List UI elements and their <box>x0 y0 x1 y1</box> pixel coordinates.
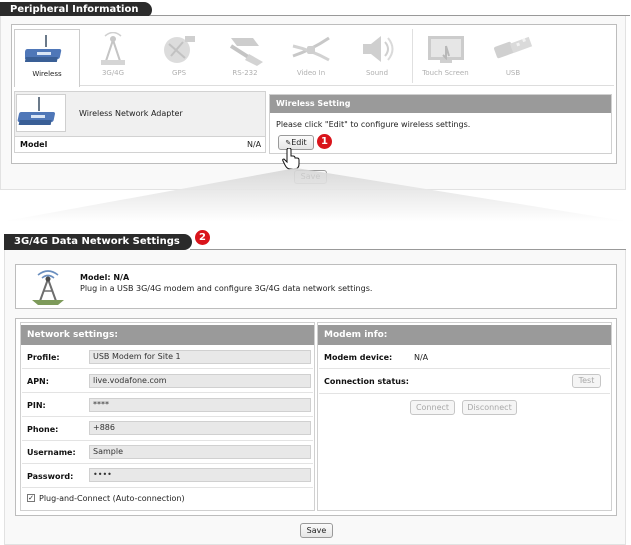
wireless-router-icon <box>25 35 62 62</box>
row-divider <box>22 463 313 464</box>
tile-rs232[interactable]: RS-232 <box>212 29 278 83</box>
apn-field[interactable]: live.vodafone.com <box>89 374 311 388</box>
disconnect-button[interactable]: Disconnect <box>462 400 517 415</box>
pin-field[interactable]: **** <box>89 398 311 412</box>
tile-label: Video In <box>296 69 326 77</box>
phone-field[interactable]: +886 <box>89 421 311 435</box>
tile-sound[interactable]: Sound <box>344 29 410 83</box>
username-label: Username: <box>27 448 76 457</box>
username-field[interactable]: Sample <box>89 445 311 459</box>
usb-icon <box>494 36 533 59</box>
tile-gps[interactable]: GPS <box>146 29 212 83</box>
tile-label: GPS <box>171 69 187 77</box>
video-cable-icon <box>292 36 330 62</box>
plug-connect-checkbox[interactable]: ✓ <box>27 494 35 502</box>
modem-device-value: N/A <box>414 353 429 362</box>
step-badge-1: 1 <box>317 134 332 149</box>
tile-label: Touch Screen <box>422 69 469 77</box>
model-row <box>15 136 265 152</box>
modem-description: Plug in a USB 3G/4G modem and configure … <box>80 284 373 293</box>
device-name: Wireless Network Adapter <box>79 109 183 118</box>
apn-label: APN: <box>27 377 49 386</box>
touch-screen-icon <box>427 36 464 63</box>
tile-wireless[interactable]: Wireless <box>14 29 80 87</box>
row-divider <box>319 393 610 394</box>
device-thumbnail <box>16 94 66 132</box>
data-network-title: 3G/4G Data Network Settings <box>4 234 192 250</box>
tile-label: Sound <box>365 69 389 77</box>
serial-cable-icon <box>229 38 263 66</box>
modem-info-column <box>317 322 612 511</box>
password-field[interactable]: •••• <box>89 468 311 482</box>
connection-status-label: Connection status: <box>324 377 409 386</box>
network-settings-header: Network settings: <box>21 325 314 345</box>
test-button[interactable]: Test <box>572 374 601 388</box>
tile-touch-screen[interactable]: Touch Screen <box>412 29 478 83</box>
profile-field[interactable]: USB Modem for Site 1 <box>89 350 311 364</box>
tile-video-in[interactable]: Video In <box>278 29 344 83</box>
edit-label: Edit <box>291 138 307 147</box>
page: Peripheral Information Wireless 3G/4G GP… <box>0 0 631 545</box>
modem-model-line: Model: N/A <box>80 273 130 282</box>
gps-satellite-icon <box>164 36 195 63</box>
model-value: N/A <box>247 140 262 149</box>
model-label: Model <box>20 140 48 149</box>
password-label: Password: <box>27 472 74 481</box>
tile-usb[interactable]: USB <box>480 29 546 83</box>
speaker-icon <box>363 36 394 62</box>
step-badge-2: 2 <box>195 230 210 245</box>
tile-3g4g[interactable]: 3G/4G <box>80 29 146 83</box>
zoom-wedge <box>0 168 631 222</box>
tile-label: USB <box>505 69 521 77</box>
modem-device-label: Modem device: <box>324 353 393 362</box>
row-divider <box>22 487 313 488</box>
cell-tower-icon <box>32 270 64 305</box>
wireless-setting-text: Please click "Edit" to configure wireles… <box>276 120 471 129</box>
cell-tower-icon <box>101 32 125 65</box>
connect-button[interactable]: Connect <box>410 400 455 415</box>
row-divider <box>22 416 313 417</box>
tile-label: RS-232 <box>232 69 258 77</box>
tile-label: 3G/4G <box>101 69 125 77</box>
wireless-router-icon <box>17 97 56 125</box>
profile-label: Profile: <box>27 353 60 362</box>
data-network-save-button[interactable]: Save <box>300 523 333 538</box>
row-divider <box>22 392 313 393</box>
wireless-setting-title: Wireless Setting <box>270 95 611 113</box>
row-divider <box>22 368 313 369</box>
row-divider <box>22 440 313 441</box>
modem-info-header: Modem info: <box>318 325 611 345</box>
plug-connect-label: Plug-and-Connect (Auto-connection) <box>39 494 185 503</box>
phone-label: Phone: <box>27 425 59 434</box>
pin-label: PIN: <box>27 401 46 410</box>
row-divider <box>319 368 610 369</box>
tile-label: Wireless <box>32 70 62 78</box>
